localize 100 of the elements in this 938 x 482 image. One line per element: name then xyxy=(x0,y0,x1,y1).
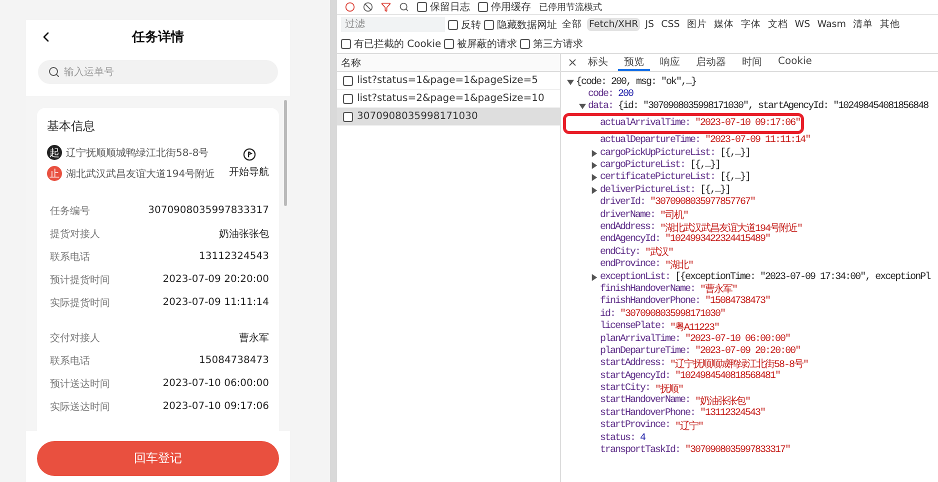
json-line: driverName: "司机" xyxy=(599,208,690,222)
toggle-triangle-icon[interactable] xyxy=(591,162,598,170)
route-badge: 止 xyxy=(47,166,62,181)
search-icon xyxy=(48,66,60,78)
json-line: deliverPictureList: [{,…}] xyxy=(567,184,938,197)
type-filter-button[interactable]: 全部 xyxy=(560,17,584,32)
detail-tab[interactable]: 时间 xyxy=(736,54,768,71)
type-filter-button[interactable]: 其他 xyxy=(878,17,902,32)
json-line: endAddress: "湖北武汉武昌友谊大道194号附近" xyxy=(599,221,804,234)
field-label: 预计提货时间 xyxy=(50,274,110,286)
field-label: 联系电话 xyxy=(50,250,90,264)
json-line: cargoPickUpPictureList: [{,…}] xyxy=(567,146,938,160)
filter-field[interactable]: 过滤 xyxy=(341,17,445,32)
toggle-triangle-icon[interactable] xyxy=(567,78,574,86)
throttle-label[interactable]: 已停用节流模式 xyxy=(539,0,602,14)
field-value: 13112324543 xyxy=(199,251,269,262)
toggle-triangle-icon[interactable] xyxy=(591,174,598,182)
detail-tab[interactable]: 响应 xyxy=(654,54,686,71)
field-value: 奶油张张包 xyxy=(219,228,269,240)
filter-checkbox[interactable]: 隐藏数据网址 xyxy=(484,18,557,32)
filter-checkbox[interactable]: 第三方请求 xyxy=(520,36,584,50)
field-label: 任务编号 xyxy=(50,204,90,218)
toggle-triangle-icon[interactable] xyxy=(591,150,598,157)
field-value: 15084738473 xyxy=(199,355,269,366)
json-line: planDepartureTime: "2023-07-09 20:20:00" xyxy=(599,345,802,358)
search-field[interactable]: 输入运单号 xyxy=(38,60,278,84)
scrollbar-thumb[interactable] xyxy=(284,100,287,206)
request-row[interactable]: list?status=1&page=1&pageSize=5 xyxy=(337,72,560,90)
json-line: startHandoverPhone: "13112324543" xyxy=(599,407,766,420)
detail-tab[interactable]: 启动器 xyxy=(690,54,732,71)
json-line: startAgencyId: "1024984540818568481" xyxy=(599,370,782,382)
json-line: planArrivalTime: "2023-07-10 06:00:00" xyxy=(599,332,792,346)
json-line: actualDepartureTime: "2023-07-09 11:11:14" xyxy=(599,134,812,147)
field-label: 实际提货时间 xyxy=(50,296,110,310)
request-row[interactable]: list?status=2&page=1&pageSize=10 xyxy=(337,90,560,108)
json-line: licensePlate: "粤A11223" xyxy=(599,320,720,333)
type-filter-button[interactable]: JS xyxy=(643,18,656,31)
type-filter-button[interactable]: CSS xyxy=(659,18,682,31)
field-label: 提货对接人 xyxy=(50,228,100,240)
card-title: 基本信息 xyxy=(47,118,96,135)
type-filter-button[interactable]: 媒体 xyxy=(712,17,736,32)
clear-icon[interactable] xyxy=(363,2,373,12)
toolbar-checkbox[interactable]: 停用缓存 xyxy=(478,0,531,14)
navigation-label[interactable]: 开始导航 xyxy=(229,164,269,178)
json-line: finishHandoverName: "曹永军" xyxy=(599,283,738,296)
route-badge: 起 xyxy=(47,145,62,160)
field-label: 预计送达时间 xyxy=(50,378,110,390)
json-line: endAgencyId: "1024993422324415489" xyxy=(599,234,772,246)
filter-checkbox[interactable]: 有已拦截的 Cookie xyxy=(341,36,442,50)
json-line: status: 4 xyxy=(599,432,646,444)
json-line: id: "3070908035998171030" xyxy=(599,308,726,320)
type-filter-button[interactable]: WS xyxy=(792,18,812,31)
type-filter-button[interactable]: 图片 xyxy=(684,17,709,32)
request-row[interactable]: 3070908035998171030 xyxy=(337,108,560,126)
json-line: driverId: "3070908035977857767" xyxy=(599,196,756,209)
field-value: 2023-07-09 20:20:00 xyxy=(162,274,269,285)
field-value: 2023-07-09 11:11:14 xyxy=(162,297,269,308)
type-filter-button[interactable]: 文档 xyxy=(766,17,790,32)
field-value: 2023-07-10 06:00:00 xyxy=(162,378,269,389)
field-label: 实际送达时间 xyxy=(50,400,110,414)
detail-tab[interactable]: Cookie xyxy=(772,54,818,71)
type-filter-button[interactable]: Wasm xyxy=(815,18,848,31)
toggle-triangle-icon[interactable] xyxy=(591,274,598,281)
field-label: 交付对接人 xyxy=(50,332,100,344)
json-line: exceptionList: [{exceptionTime: "2023-07-09 17:34:00", exceptionPl xyxy=(567,270,938,284)
type-filter-button[interactable]: Fetch/XHR xyxy=(587,18,640,31)
address-text: 湖北武汉武昌友谊大道194号附近 xyxy=(66,168,216,180)
json-line: cargoPictureList: [{,…}] xyxy=(567,159,938,172)
address-text: 辽宁抚顺顺城鸭绿江北街58-8号 xyxy=(66,146,209,160)
page-title: 任务详情 xyxy=(130,28,185,46)
navigation-icon[interactable] xyxy=(242,148,256,160)
return-register-button[interactable]: 回车登记 xyxy=(37,441,279,476)
search-icon[interactable] xyxy=(399,2,409,12)
filter-icon[interactable] xyxy=(381,2,391,12)
record-icon[interactable] xyxy=(345,2,355,12)
json-line: endCity: "武汉" xyxy=(599,246,674,258)
json-line: startHandoverName: "奶油张张包" xyxy=(599,394,750,408)
json-line: startProvince: "辽宁" xyxy=(599,420,704,432)
json-line: certificatePictureList: [{,…}] xyxy=(567,172,938,184)
type-filter-button[interactable]: 字体 xyxy=(738,17,763,32)
json-line: code: 200 xyxy=(587,88,634,100)
json-line: finishHandoverPhone: "15084738473" xyxy=(599,296,772,308)
field-value: 曹永军 xyxy=(239,332,269,344)
json-line: startAddress: "辽宁抚顺顺城鸭绿江北街58-8号" xyxy=(599,358,810,370)
detail-tab[interactable]: 标头 xyxy=(582,54,614,71)
toolbar-checkbox[interactable]: 保留日志 xyxy=(417,0,470,14)
column-header: 名称 xyxy=(337,54,560,72)
toggle-triangle-icon[interactable] xyxy=(579,103,586,110)
type-filter-button[interactable]: 清单 xyxy=(851,17,876,32)
json-line: startCity: "抚顺" xyxy=(599,382,684,395)
close-icon[interactable] xyxy=(567,57,578,68)
json-line: transportTaskId: "3070908035997833317" xyxy=(599,444,792,457)
field-value: 3070908035997833317 xyxy=(148,205,269,216)
toggle-triangle-icon[interactable] xyxy=(591,186,598,194)
filter-checkbox[interactable]: 被屏蔽的请求 xyxy=(444,36,518,50)
json-line: data: {id: "3070908035998171030", startAgencyId: "102498454081856848 xyxy=(567,100,938,114)
field-label: 联系电话 xyxy=(50,354,90,368)
json-line: {code: 200, msg: "ok",…} xyxy=(567,76,938,88)
filter-checkbox[interactable]: 反转 xyxy=(448,18,481,32)
detail-tab[interactable]: 预览 xyxy=(618,54,650,71)
